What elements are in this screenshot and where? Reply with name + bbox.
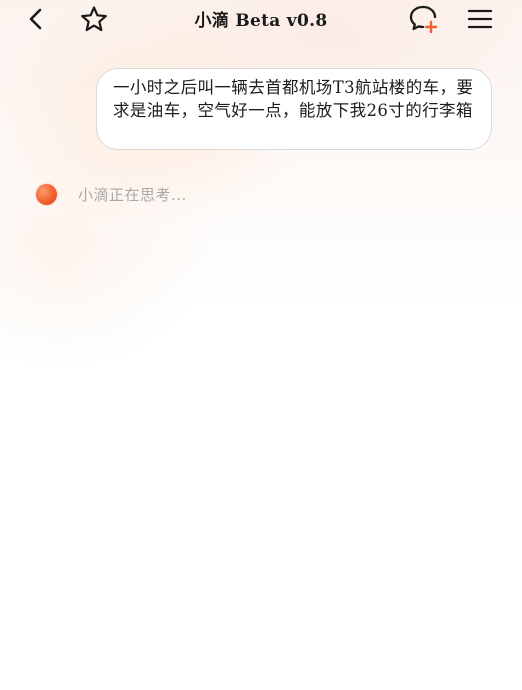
user-message-bubble: 一小时之后叫一辆去首都机场T3航站楼的车，要求是油车，空气好一点，能放下我26寸… bbox=[96, 68, 492, 150]
assistant-thinking-row: 小滴正在思考... bbox=[36, 182, 187, 206]
star-icon bbox=[81, 6, 107, 32]
assistant-avatar bbox=[36, 183, 57, 205]
menu-button[interactable] bbox=[464, 3, 496, 35]
chat-add-icon bbox=[409, 5, 438, 34]
new-chat-button[interactable] bbox=[408, 3, 440, 35]
user-message-text: 一小时之后叫一辆去首都机场T3航站楼的车，要求是油车，空气好一点，能放下我26寸… bbox=[113, 78, 474, 120]
back-button[interactable] bbox=[20, 3, 52, 35]
favorite-button[interactable] bbox=[78, 3, 110, 35]
chevron-left-icon bbox=[29, 8, 42, 30]
thinking-status-text: 小滴正在思考... bbox=[78, 185, 187, 204]
top-bar: 小滴 Beta v0.8 bbox=[0, 0, 522, 38]
menu-icon bbox=[467, 9, 493, 29]
